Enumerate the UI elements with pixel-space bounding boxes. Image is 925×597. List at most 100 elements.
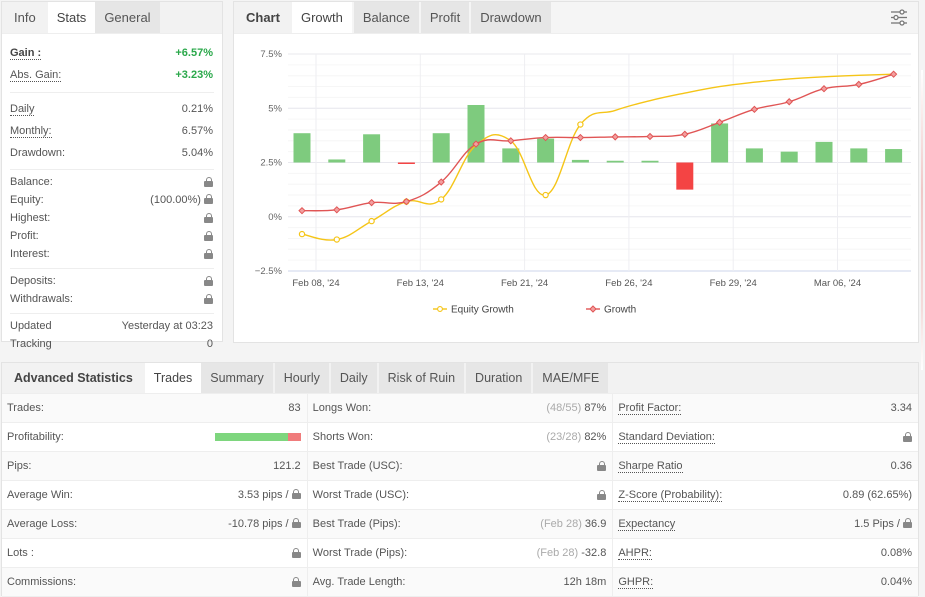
tab-trades[interactable]: Trades (144, 363, 202, 393)
lock-icon (291, 518, 301, 528)
scroll-edge (921, 70, 923, 370)
daily-bar (467, 104, 485, 163)
y-tick-label: 5% (268, 103, 282, 114)
ahpr-row: AHPR: 0.08% (613, 539, 919, 568)
tab-duration[interactable]: Duration (466, 363, 532, 393)
profit-factor-value: 3.34 (890, 402, 913, 414)
worst-trade-pips-value: -32.8 (581, 547, 607, 559)
equity-growth-point (437, 196, 445, 203)
best-trade-pips-label: Best Trade (Pips): (312, 518, 401, 530)
lock-icon (597, 490, 607, 500)
tab-stats[interactable]: Stats (47, 2, 96, 33)
daily-bar (328, 159, 346, 163)
tab-summary[interactable]: Summary (201, 363, 273, 393)
advanced-statistics-panel: Advanced Statistics Trades Summary Hourl… (1, 362, 919, 597)
tab-growth[interactable]: Growth (291, 2, 352, 33)
updated-label: Updated (10, 320, 52, 332)
expectancy-value: 1.5 Pips / (854, 518, 900, 530)
gain-row: Gain : +6.57% (2, 42, 222, 64)
monthly-row: Monthly: 6.57% (2, 120, 222, 142)
daily-row: Daily 0.21% (2, 98, 222, 120)
interest-row: Interest: (2, 245, 222, 263)
gain-value: +6.57% (175, 47, 213, 59)
x-axis: Feb 08, '24 Feb 13, '24 Feb 21, '24 Feb 26,… (292, 278, 861, 289)
tab-mae-mfe[interactable]: MAE/MFE (533, 363, 609, 393)
deposits-row: Deposits: (2, 272, 222, 290)
equity-growth-point (333, 236, 341, 243)
monthly-label[interactable]: Monthly: (10, 125, 52, 138)
stats-column-2: Longs Won: (48/55) 87% Shorts Won: (23/28)… (307, 394, 614, 597)
pips-value: 121.2 (273, 460, 301, 472)
pips-label: Pips: (7, 460, 32, 472)
lock-icon (597, 461, 607, 471)
tab-info[interactable]: Info (2, 2, 48, 33)
ghpr-row: GHPR: 0.04% (613, 568, 919, 597)
tab-profit[interactable]: Profit (420, 2, 470, 33)
x-tick-label: Mar 06, '24 (814, 278, 861, 289)
expectancy-row: Expectancy 1.5 Pips / (613, 510, 919, 539)
abs-gain-label[interactable]: Abs. Gain: (10, 69, 62, 82)
ghpr-label[interactable]: GHPR: (618, 576, 654, 589)
longs-won-row: Longs Won: (48/55) 87% (307, 394, 613, 423)
growth-point (785, 98, 793, 106)
legend-growth-label: Growth (604, 305, 636, 316)
tab-drawdown[interactable]: Drawdown (471, 2, 551, 33)
standard-deviation-label[interactable]: Standard Deviation: (618, 431, 715, 444)
y-tick-label: −2.5% (255, 266, 283, 277)
tracking-value: 0 (206, 338, 213, 350)
profitability-label: Profitability: (7, 431, 64, 443)
z-score-label[interactable]: Z-Score (Probability): (618, 489, 723, 502)
tab-daily[interactable]: Daily (330, 363, 377, 393)
lock-icon (291, 489, 301, 499)
gain-label[interactable]: Gain : (10, 47, 42, 60)
equity-value-wrap: (100.00%) (150, 194, 213, 206)
avg-trade-length-value: 12h 18m (563, 576, 607, 588)
daily-bars (293, 104, 903, 190)
legend-equity-growth-label: Equity Growth (451, 305, 514, 316)
shorts-won-value: 82% (584, 431, 607, 443)
shorts-won-row: Shorts Won: (23/28) 82% (307, 423, 613, 452)
legend-growth-marker (589, 305, 597, 313)
equity-growth-point (542, 191, 549, 199)
daily-bar (363, 134, 381, 163)
x-tick-label: Feb 13, '24 (397, 278, 444, 289)
tab-balance[interactable]: Balance (353, 2, 419, 33)
lock-icon (903, 518, 913, 528)
daily-bar (537, 138, 555, 163)
stats-tabs: Info Stats General (2, 2, 222, 34)
trades-label: Trades: (7, 402, 44, 414)
profitability-win-fill (214, 433, 289, 441)
daily-bar (571, 159, 589, 163)
growth-chart: 7.5% 5% 2.5% 0% −2.5% Feb 08, '24 Feb 13, '24… (255, 49, 911, 316)
updated-value: Yesterday at 03:23 (121, 320, 213, 332)
average-win-value: 3.53 pips / (237, 489, 289, 501)
ahpr-label[interactable]: AHPR: (618, 547, 652, 560)
ahpr-value: 0.08% (880, 547, 913, 559)
sliders-icon[interactable] (890, 9, 908, 26)
lots-label: Lots : (7, 547, 34, 559)
profit-factor-label[interactable]: Profit Factor: (618, 402, 682, 415)
growth-point (646, 132, 654, 141)
commissions-label: Commissions: (7, 576, 77, 588)
average-win-row: Average Win: 3.53 pips / (2, 481, 307, 510)
pips-row: Pips: 121.2 (2, 452, 307, 481)
tab-risk-of-ruin[interactable]: Risk of Ruin (378, 363, 465, 393)
expectancy-label[interactable]: Expectancy (618, 518, 676, 531)
abs-gain-value: +3.23% (175, 69, 213, 81)
tracking-row: Tracking 0 (2, 335, 222, 353)
worst-trade-usc-label: Worst Trade (USC): (312, 489, 410, 501)
tab-hourly[interactable]: Hourly (274, 363, 329, 393)
lock-icon (204, 276, 213, 286)
daily-label[interactable]: Daily (10, 103, 35, 116)
sharpe-ratio-label[interactable]: Sharpe Ratio (618, 460, 683, 473)
avg-trade-length-label: Avg. Trade Length: (312, 576, 406, 588)
worst-trade-pips-date: (Feb 28) (536, 547, 579, 559)
profitability-loss-fill (288, 433, 301, 441)
growth-point (333, 206, 341, 214)
x-tick-label: Feb 29, '24 (710, 278, 757, 289)
lock-icon (204, 177, 213, 187)
profit-factor-row: Profit Factor: 3.34 (613, 394, 919, 423)
withdrawals-row: Withdrawals: (2, 290, 222, 308)
growth-point (681, 130, 689, 138)
tab-general[interactable]: General (95, 2, 160, 33)
